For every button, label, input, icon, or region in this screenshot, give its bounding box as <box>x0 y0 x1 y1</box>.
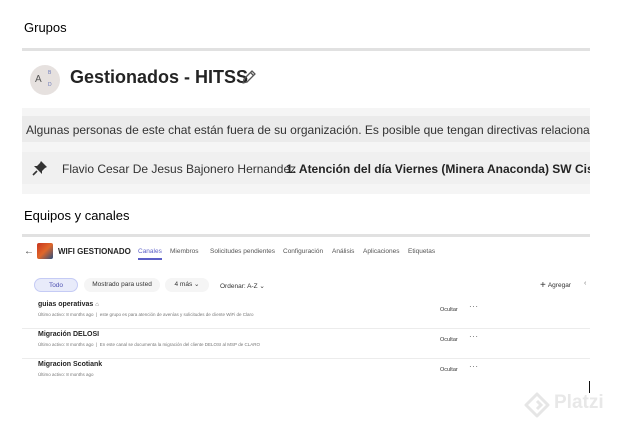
divider <box>22 234 590 237</box>
pinned-message-bar[interactable]: Flavio Cesar De Jesus Bajonero Hernandez… <box>22 152 590 184</box>
back-arrow-icon[interactable]: ← <box>24 246 34 257</box>
channel-row[interactable]: Migracion Scotiank Último activo: 8 mont… <box>22 358 590 384</box>
more-options-icon[interactable]: ··· <box>469 362 479 371</box>
sort-label: Ordenar: A-Z <box>220 283 258 290</box>
tab-canales[interactable]: Canales <box>138 248 162 255</box>
pencil-icon[interactable] <box>240 68 258 86</box>
home-icon: ⌂ <box>95 302 99 308</box>
chat-header: A B D Gestionados - HITSS <box>22 51 590 108</box>
platzi-logo-icon <box>524 392 550 418</box>
avatar-initial: B <box>48 70 52 76</box>
tab-aplicaciones[interactable]: Aplicaciones <box>363 248 400 255</box>
tab-configuracion[interactable]: Configuración <box>283 248 323 255</box>
filter-shown-button[interactable]: Mostrado para usted <box>84 278 160 292</box>
chat-title: Gestionados - HITSS <box>70 67 249 87</box>
watermark-text: Platzi <box>554 392 604 413</box>
external-users-banner: Algunas personas de este chat están fuer… <box>22 116 590 142</box>
channel-name: Migracion Scotiank <box>38 361 103 368</box>
team-channels-panel: ← WIFI GESTIONADO Canales Miembros Solic… <box>22 234 590 384</box>
add-channel-button[interactable]: + Agregar <box>540 280 571 291</box>
active-tab-indicator <box>138 258 162 260</box>
filter-more-dropdown[interactable]: 4 más ⌄ <box>165 278 209 292</box>
tab-solicitudes[interactable]: Solicitudes pendientes <box>210 248 275 255</box>
team-logo-icon <box>37 243 53 259</box>
tab-etiquetas[interactable]: Etiquetas <box>408 248 435 255</box>
group-chat-panel: A B D Gestionados - HITSS Algunas person… <box>22 48 590 194</box>
channel-name: guias operativas ⌂ <box>38 301 99 308</box>
group-avatar[interactable]: A B D <box>30 65 60 95</box>
pinned-author: Flavio Cesar De Jesus Bajonero Hernandez <box>62 162 297 176</box>
pin-icon <box>32 161 47 176</box>
tab-analisis[interactable]: Análisis <box>332 248 354 255</box>
channel-name: Migración DELOSI <box>38 331 100 338</box>
hide-channel-button[interactable]: Ocultar <box>440 367 458 373</box>
sort-dropdown[interactable]: Ordenar: A-Z ⌄ <box>220 282 265 290</box>
hide-channel-button[interactable]: Ocultar <box>440 337 458 343</box>
section-label-teams: Equipos y canales <box>24 208 130 223</box>
channel-meta: Último activo: 8 months ago <box>38 372 94 377</box>
add-label: Agregar <box>547 282 571 289</box>
filter-all-button[interactable]: Todo <box>34 278 78 292</box>
filter-more-label: 4 más <box>174 281 193 288</box>
avatar-initial: A <box>35 74 42 85</box>
chevron-down-icon: ⌄ <box>194 281 200 288</box>
options-chevron-icon[interactable]: ‹ <box>584 280 586 287</box>
chevron-down-icon: ⌄ <box>259 283 265 290</box>
more-options-icon[interactable]: ··· <box>469 332 479 341</box>
more-options-icon[interactable]: ··· <box>469 302 479 311</box>
channel-meta: Último activo: 8 months ago | En este ca… <box>38 342 260 347</box>
channel-meta: Último activo: 8 months ago | este grupo… <box>38 312 254 317</box>
channel-row[interactable]: guias operativas ⌂ Último activo: 8 month… <box>22 298 590 329</box>
team-name: WIFI GESTIONADO <box>58 247 131 256</box>
tab-miembros[interactable]: Miembros <box>170 248 199 255</box>
platzi-watermark: Platzi <box>524 390 629 420</box>
section-label-groups: Grupos <box>24 20 67 35</box>
channel-row[interactable]: Migración DELOSI Último activo: 8 months… <box>22 328 590 359</box>
avatar-initial: D <box>48 82 52 88</box>
banner-text: Algunas personas de este chat están fuer… <box>26 123 590 137</box>
plus-icon: + <box>540 280 546 291</box>
pinned-message[interactable]: 1. Atención del día Viernes (Minera Anac… <box>286 162 590 176</box>
hide-channel-button[interactable]: Ocultar <box>440 307 458 313</box>
